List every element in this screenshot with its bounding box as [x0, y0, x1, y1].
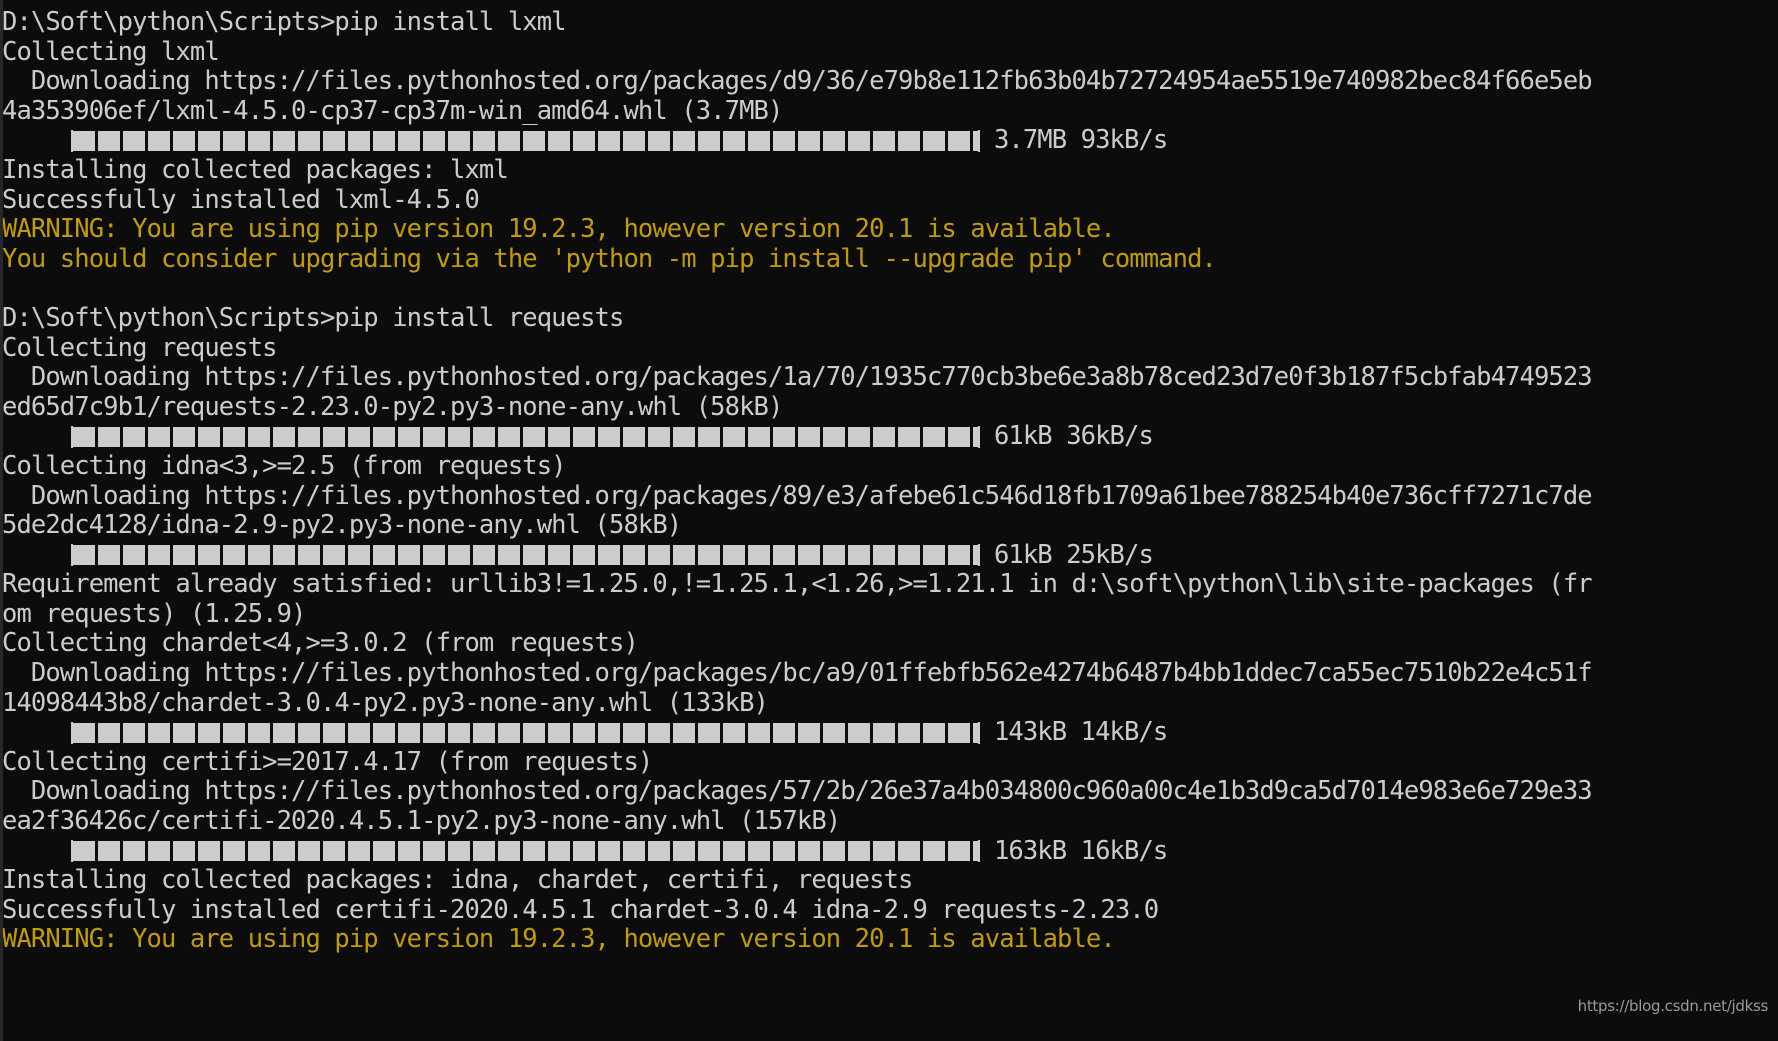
console-line: Downloading https://files.pythonhosted.o…: [2, 776, 1593, 807]
download-progress-row: 61kB 25kB/s: [0, 539, 1778, 571]
console-line: Downloading https://files.pythonhosted.o…: [2, 362, 1593, 393]
console-line: om requests) (1.25.9): [2, 598, 306, 629]
console-line: Downloading https://files.pythonhosted.o…: [2, 66, 1593, 97]
console-warning-line: WARNING: You are using pip version 19.2.…: [2, 924, 1116, 955]
progress-stats: 3.7MB 93kB/s: [993, 125, 1168, 156]
progress-bar: [70, 837, 980, 867]
console-warning-line: WARNING: You are using pip version 19.2.…: [2, 214, 1116, 245]
download-progress-row: 143kB 14kB/s: [0, 718, 1778, 748]
progress-bar: [70, 541, 980, 571]
console-line: Collecting chardet<4,>=3.0.2 (from reque…: [2, 628, 639, 659]
watermark-url: https://blog.csdn.net/jdkss: [1577, 997, 1769, 1016]
console-line: Successfully installed lxml-4.5.0: [2, 184, 480, 215]
console-line: Collecting lxml: [2, 36, 220, 67]
console-line: Collecting idna<3,>=2.5 (from requests): [2, 450, 567, 481]
progress-bar-fill: [72, 723, 978, 744]
terminal-window[interactable]: D:\Soft\python\Scripts>pip install lxml C…: [0, 0, 1778, 1041]
console-line: 14098443b8/chardet-3.0.4-py2.py3-none-an…: [2, 687, 769, 718]
progress-bar-fill: [72, 131, 978, 152]
console-line: 4a353906ef/lxml-4.5.0-cp37-cp37m-win_amd…: [2, 95, 783, 126]
console-line: Installing collected packages: idna, cha…: [2, 865, 913, 896]
console-output: D:\Soft\python\Scripts>pip install lxml C…: [0, 7, 1778, 955]
console-line: Collecting requests: [2, 332, 277, 363]
console-line: Successfully installed certifi-2020.4.5.…: [2, 894, 1159, 925]
progress-bar-fill: [72, 427, 978, 448]
progress-bar-fill: [72, 841, 978, 862]
progress-bar-fill: [72, 545, 978, 566]
console-warning-line: You should consider upgrading via the 'p…: [2, 243, 1217, 274]
console-line: Requirement already satisfied: urllib3!=…: [2, 569, 1593, 600]
console-line: D:\Soft\python\Scripts>pip install lxml: [2, 7, 567, 37]
progress-stats: 163kB 16kB/s: [993, 835, 1168, 866]
console-line: Installing collected packages: lxml: [2, 154, 509, 185]
download-progress-row: 61kB 36kB/s: [0, 422, 1778, 452]
progress-stats: 143kB 14kB/s: [993, 717, 1168, 748]
progress-stats: 61kB 36kB/s: [993, 421, 1154, 452]
progress-bar: [70, 126, 980, 156]
terminal-left-edge: [0, 0, 3, 1041]
console-line: ea2f36426c/certifi-2020.4.5.1-py2.py3-no…: [2, 806, 841, 837]
console-line: Collecting certifi>=2017.4.17 (from requ…: [2, 746, 653, 777]
progress-stats: 61kB 25kB/s: [993, 539, 1154, 570]
progress-bar: [70, 718, 980, 748]
progress-bar: [70, 422, 980, 452]
console-line: Downloading https://files.pythonhosted.o…: [2, 480, 1593, 511]
console-line: ed65d7c9b1/requests-2.23.0-py2.py3-none-…: [2, 391, 783, 422]
console-line: Downloading https://files.pythonhosted.o…: [2, 658, 1593, 689]
console-line: D:\Soft\python\Scripts>pip install reque…: [2, 302, 624, 333]
download-progress-row: 3.7MB 93kB/s: [0, 126, 1778, 156]
console-line: 5de2dc4128/idna-2.9-py2.py3-none-any.whl…: [2, 510, 682, 541]
download-progress-row: 163kB 16kB/s: [0, 835, 1778, 867]
